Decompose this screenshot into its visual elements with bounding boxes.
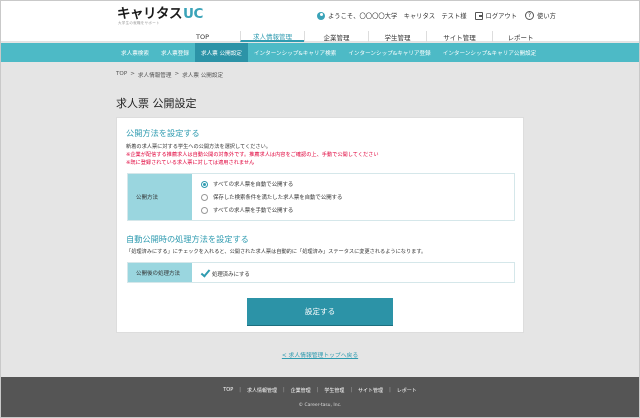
breadcrumb-separator: > — [130, 71, 135, 77]
nav-report[interactable]: レポート — [492, 31, 548, 42]
logo-accent-text: UC — [183, 6, 203, 22]
help-icon: ? — [525, 11, 535, 20]
radio-unselected-icon — [201, 206, 208, 214]
welcome-text: ようこそ、〇〇〇〇大学 キャリタス テスト様 — [328, 13, 467, 20]
breadcrumb: TOP > 求人情報管理 > 求人票 公開設定 — [116, 71, 223, 79]
publish-method-label: 公開方法 — [128, 174, 192, 220]
user-area: ようこそ、〇〇〇〇大学 キャリタス テスト様 ログアウト ? 使い方 — [317, 11, 556, 20]
footer-link-top[interactable]: TOP — [217, 387, 239, 394]
breadcrumb-separator: > — [174, 71, 180, 77]
subnav-job-register[interactable]: 求人票登録 — [155, 43, 195, 62]
warning-note-1: ※企業が配信する推薦求人は自動公開の対象外です。推薦求人は内容をご確認の上、手動… — [126, 152, 379, 158]
mark-processed-checkbox[interactable]: 処理済みにする — [201, 269, 250, 278]
site-header: キャリタスUC 大学生の就職をサポート ようこそ、〇〇〇〇大学 キャリタス テス… — [1, 1, 639, 31]
subnav-job-publish-settings[interactable]: 求人票 公開設定 — [194, 43, 248, 62]
section-auto-process-desc: 「処理済みにする」にチェックを入れると、公開された求人票は自動的に「処理済み」ス… — [126, 249, 427, 255]
back-link-text: < 求人情報管理トップへ戻る — [281, 353, 359, 359]
main-nav: TOP 求人情報管理 企業管理 学生管理 サイト管理 レポート — [1, 31, 639, 42]
post-publish-field: 公開後の処理方法 処理済みにする — [127, 262, 515, 283]
help-link[interactable]: ? 使い方 — [525, 11, 556, 20]
publish-method-field: 公開方法 すべての求人票を自動で公開する 保存した検索条件を満たした求人票を自動… — [127, 173, 515, 221]
subnav-internship-publish-settings[interactable]: インターンシップ&キャリア公開設定 — [437, 43, 543, 62]
checkmark-icon — [201, 269, 210, 278]
site-footer: TOP | 求人情報管理 | 企業管理 | 学生管理 | サイト管理 | レポート © C… — [1, 377, 639, 417]
submit-button[interactable]: 設定する — [247, 298, 393, 325]
subnav-internship-search[interactable]: インターンシップ&キャリア検索 — [248, 43, 342, 62]
radio-option-label: すべての求人票を手動で公開する — [213, 208, 294, 214]
page-title: 求人票 公開設定 — [116, 97, 197, 110]
radio-unselected-icon — [201, 193, 208, 201]
help-label: 使い方 — [537, 13, 556, 20]
section-auto-process-title: 自動公開時の処理方法を設定する — [126, 234, 249, 244]
section-publish-method-desc: 新着の求人票に対する学生への公開方法を選択してください。 — [126, 144, 271, 150]
user-icon — [317, 11, 325, 20]
footer-link-report[interactable]: レポート — [391, 387, 423, 394]
back-to-job-management-link[interactable]: < 求人情報管理トップへ戻る — [0, 350, 640, 359]
radio-option-auto-saved-search[interactable]: 保存した検索条件を満たした求人票を自動で公開する — [201, 193, 342, 201]
subnav-internship-register[interactable]: インターンシップ&キャリア登録 — [342, 43, 436, 62]
logout-icon — [474, 11, 483, 20]
nav-job-management[interactable]: 求人情報管理 — [240, 31, 304, 42]
nav-student-management[interactable]: 学生管理 — [368, 31, 426, 42]
subnav-job-search[interactable]: 求人票検索 — [115, 43, 155, 62]
post-publish-label: 公開後の処理方法 — [128, 263, 192, 282]
breadcrumb-job-management[interactable]: 求人情報管理 — [138, 71, 172, 79]
radio-option-manual[interactable]: すべての求人票を手動で公開する — [201, 206, 293, 214]
radio-option-auto-all[interactable]: すべての求人票を自動で公開する — [201, 180, 293, 188]
footer-link-job-management[interactable]: 求人情報管理 — [241, 387, 283, 394]
nav-top[interactable]: TOP — [165, 31, 240, 42]
logo-subtext: 大学生の就職をサポート — [118, 21, 160, 25]
nav-company-management[interactable]: 企業管理 — [304, 31, 368, 42]
radio-selected-icon — [201, 180, 208, 188]
breadcrumb-top[interactable]: TOP — [116, 71, 127, 79]
logout-link[interactable]: ログアウト — [474, 11, 518, 20]
nav-site-management[interactable]: サイト管理 — [426, 31, 492, 42]
breadcrumb-current: 求人票 公開設定 — [182, 73, 224, 79]
checkbox-label: 処理済みにする — [212, 271, 250, 278]
footer-link-site-management[interactable]: サイト管理 — [352, 387, 389, 394]
section-publish-method-title: 公開方法を設定する — [126, 128, 200, 138]
warning-note-2: ※既に登録されている求人票に対しては適用されません — [126, 160, 255, 166]
settings-card: 公開方法を設定する 新着の求人票に対する学生への公開方法を選択してください。 ※… — [116, 117, 524, 333]
footer-nav: TOP | 求人情報管理 | 企業管理 | 学生管理 | サイト管理 | レポート — [1, 387, 639, 394]
radio-option-label: 保存した検索条件を満たした求人票を自動で公開する — [213, 195, 343, 201]
logout-label: ログアウト — [485, 13, 518, 20]
copyright: © Career-tasu, Inc. — [298, 403, 342, 408]
radio-option-label: すべての求人票を自動で公開する — [213, 182, 294, 188]
footer-link-student-management[interactable]: 学生管理 — [318, 387, 350, 394]
sub-nav: 求人票検索 求人票登録 求人票 公開設定 インターンシップ&キャリア検索 インタ… — [1, 43, 639, 62]
footer-link-company-management[interactable]: 企業管理 — [285, 387, 317, 394]
logo-main-text: キャリタス — [117, 6, 183, 22]
